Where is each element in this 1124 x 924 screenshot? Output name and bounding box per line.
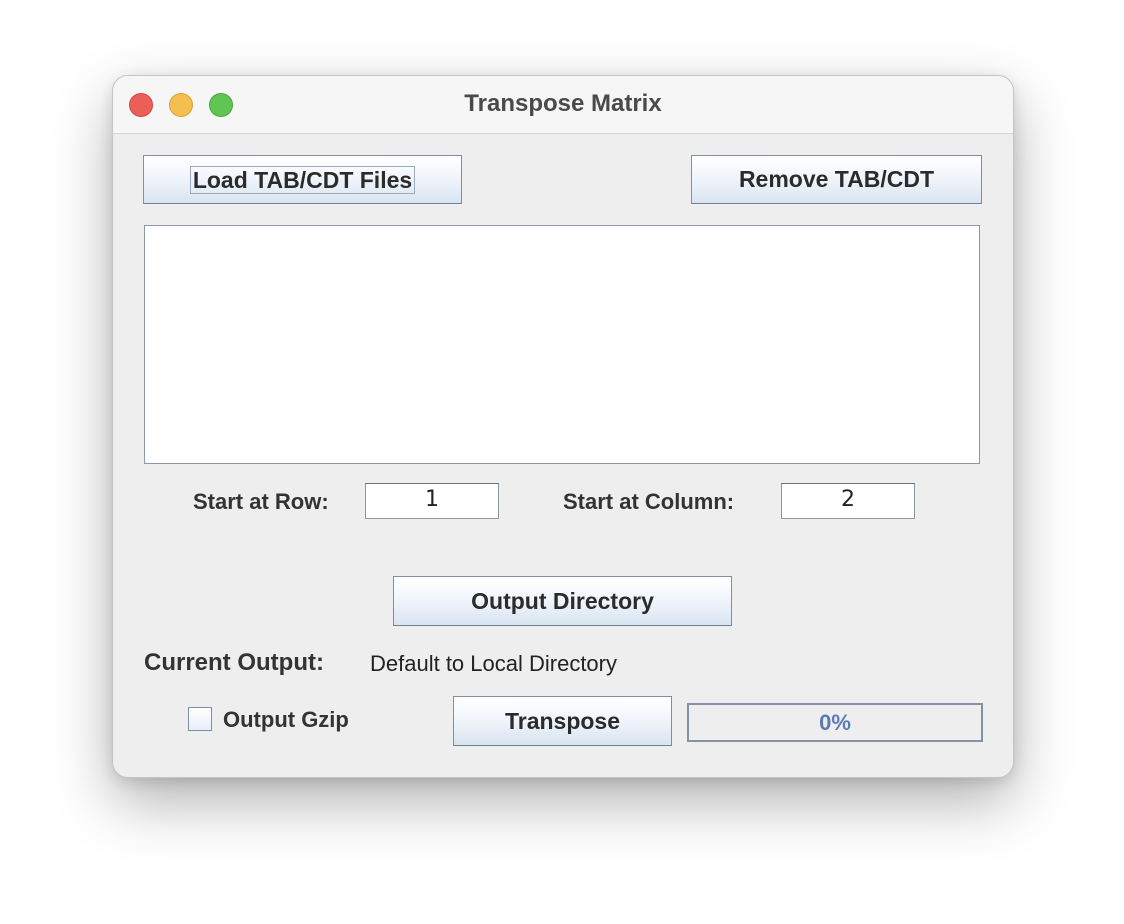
output-directory-button-label: Output Directory xyxy=(471,587,654,614)
file-list[interactable] xyxy=(144,225,980,464)
transpose-button-label: Transpose xyxy=(504,707,621,734)
output-gzip-checkbox[interactable] xyxy=(188,707,212,731)
output-gzip-label[interactable]: Output Gzip xyxy=(223,707,349,733)
window-title: Transpose Matrix xyxy=(464,90,662,117)
transpose-matrix-window: Transpose Matrix Load TAB/CDT Files Remo… xyxy=(112,75,1014,778)
output-directory-button[interactable]: Output Directory xyxy=(393,576,732,626)
progress-bar: 0% xyxy=(687,703,983,742)
current-output-value: Default to Local Directory xyxy=(370,651,617,676)
start-column-label: Start at Column: xyxy=(563,489,735,514)
start-row-label: Start at Row: xyxy=(193,489,329,514)
transpose-button[interactable]: Transpose xyxy=(453,696,672,746)
start-column-input[interactable]: 2 xyxy=(781,483,915,519)
start-row-input[interactable]: 1 xyxy=(365,483,499,519)
remove-files-button-label: Remove TAB/CDT xyxy=(738,166,935,192)
remove-files-button[interactable]: Remove TAB/CDT xyxy=(691,155,982,204)
load-files-button-label: Load TAB/CDT Files xyxy=(189,165,416,194)
title-bar[interactable]: Transpose Matrix xyxy=(113,76,1013,134)
current-output-label: Current Output: xyxy=(144,649,324,676)
load-files-button[interactable]: Load TAB/CDT Files xyxy=(143,155,462,204)
